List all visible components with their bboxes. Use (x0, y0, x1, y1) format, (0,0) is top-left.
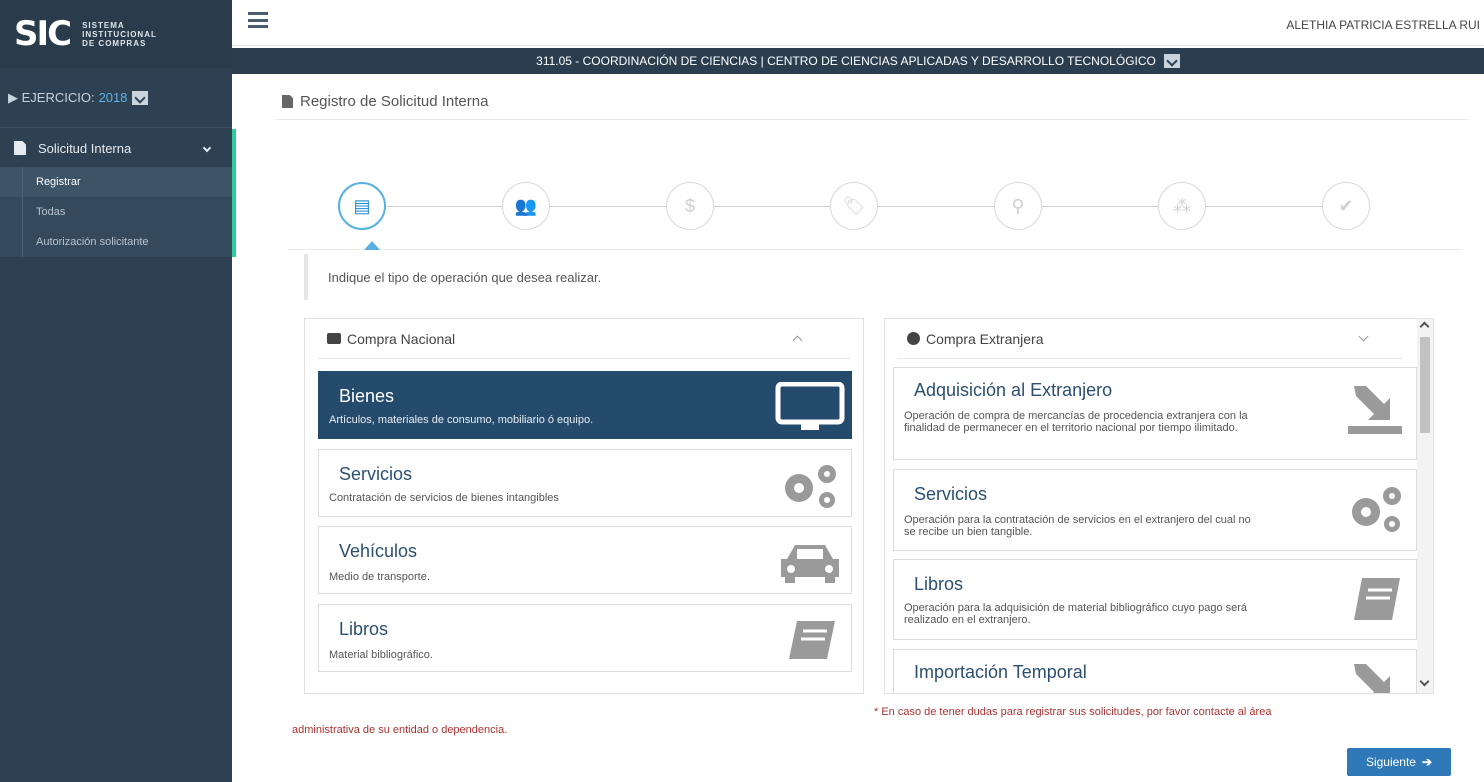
sidebar-item-label: Registrar (36, 176, 81, 188)
sidebar-item-label: Autorización solicitante (36, 236, 149, 248)
users-icon[interactable]: 👥 (502, 182, 550, 230)
panel-header[interactable]: Compra Extranjera (897, 319, 1403, 359)
ejercicio-year: 2018 (98, 90, 128, 105)
chevron-up-icon[interactable] (792, 335, 803, 346)
divider (276, 119, 1468, 120)
document-icon[interactable]: ▤ (338, 182, 386, 230)
chevron-down-icon[interactable] (1358, 331, 1369, 342)
card-title: Servicios (339, 464, 413, 484)
sidebar-item-label: Todas (36, 206, 66, 218)
card-title: Servicios (914, 484, 988, 504)
import-icon (1348, 386, 1402, 434)
panel-compra-nacional: Compra Nacional Bienes Artículos, materi… (304, 318, 864, 694)
card-libros[interactable]: Libros Material bibliográfico. (318, 604, 852, 672)
instruction-text: Indique el tipo de operación que desea r… (304, 254, 1454, 300)
card-servicios-extranjero[interactable]: Servicios Operación para la contratación… (893, 469, 1417, 551)
cubes-icon[interactable]: ⁂ (1158, 182, 1206, 230)
scroll-thumb[interactable] (1420, 337, 1430, 433)
sidebar: SIC SISTEMA INSTITUCIONAL DE COMPRAS ▶ E… (0, 0, 236, 782)
card-desc: Medio de transporte. (329, 571, 430, 583)
card-importacion-temporal[interactable]: Importación Temporal (893, 649, 1417, 693)
import-icon (1354, 664, 1390, 693)
app-logo[interactable]: SIC SISTEMA INSTITUCIONAL DE COMPRAS (0, 0, 232, 68)
card-title: Libros (339, 619, 389, 639)
card-desc: Operación para la contratación de servic… (904, 514, 1251, 538)
card-title: Importación Temporal (914, 662, 1087, 682)
globe-icon (907, 332, 920, 345)
wizard-steps: ▤ 👥 $ 🏷 ⚲ ⁂ ✔ (288, 170, 1462, 250)
menu-head-label: Solicitud Interna (38, 140, 132, 156)
menu-head-solicitud-interna[interactable]: Solicitud Interna (0, 129, 232, 167)
card-libros-extranjero[interactable]: Libros Operación para la adquisición de … (893, 559, 1417, 640)
dollar-icon[interactable]: $ (666, 182, 714, 230)
page-title-text: Registro de Solicitud Interna (300, 93, 489, 110)
ejercicio-label: ▶ EJERCICIO: (8, 89, 95, 105)
panel-title: Compra Nacional (347, 330, 456, 347)
card-desc: Operación de compra de mercancías de pro… (904, 410, 1248, 434)
book-icon (1354, 578, 1400, 620)
card-title: Adquisición al Extranjero (914, 380, 1113, 400)
next-button[interactable]: Siguiente ➔ (1347, 748, 1451, 776)
hamburger-menu-icon[interactable] (248, 12, 268, 28)
logo-text: SISTEMA INSTITUCIONAL DE COMPRAS (82, 21, 157, 48)
page-title: Registro de Solicitud Interna (282, 93, 488, 110)
ejercicio-selector[interactable]: ▶ EJERCICIO: 2018 (0, 68, 232, 128)
sidebar-item-autorizacion[interactable]: Autorización solicitante (0, 227, 232, 257)
card-title: Libros (914, 574, 964, 594)
menu-solicitud-interna: Solicitud Interna Registrar Todas Autori… (0, 129, 236, 257)
card-title: Bienes (339, 386, 395, 406)
help-note-line2: administrativa de su entidad o dependenc… (292, 724, 508, 736)
monitor-icon (775, 382, 845, 430)
active-step-caret (364, 241, 380, 250)
logo-mark: SIC (14, 14, 72, 54)
panel-compra-extranjera: Compra Extranjera Adquisición al Extranj… (884, 318, 1434, 694)
chevron-down-icon[interactable] (1163, 54, 1180, 68)
panel-scrollbar[interactable] (1417, 319, 1433, 693)
book-icon (789, 621, 835, 659)
gears-icon (1352, 487, 1401, 532)
scroll-down-icon[interactable] (1419, 676, 1430, 687)
card-desc: Contratación de servicios de bienes inta… (329, 492, 559, 504)
card-vehiculos[interactable]: Vehículos Medio de transporte. (318, 526, 852, 594)
card-servicios[interactable]: Servicios Contratación de servicios de b… (318, 449, 852, 517)
truck-icon (327, 333, 341, 344)
chevron-down-icon[interactable] (131, 90, 148, 105)
chevron-down-icon (202, 143, 212, 153)
org-selector[interactable]: 311.05 - COORDINACIÓN DE CIENCIAS | CENT… (232, 48, 1484, 74)
card-adquisicion-extranjero[interactable]: Adquisición al Extranjero Operación de c… (893, 367, 1417, 460)
card-desc: Operación para la adquisición de materia… (904, 602, 1248, 626)
sidebar-item-registrar[interactable]: Registrar (0, 167, 232, 197)
panel-header[interactable]: Compra Nacional (317, 319, 851, 359)
check-icon[interactable]: ✔ (1322, 182, 1370, 230)
gears-icon (785, 465, 836, 508)
file-icon (14, 141, 26, 155)
user-name[interactable]: ALETHIA PATRICIA ESTRELLA RUI (1286, 18, 1480, 32)
card-bienes[interactable]: Bienes Artículos, materiales de consumo,… (318, 371, 852, 439)
panel-title: Compra Extranjera (926, 330, 1044, 347)
arrow-right-icon: ➔ (1421, 755, 1433, 769)
scroll-up-icon[interactable] (1419, 321, 1430, 332)
top-bar: ALETHIA PATRICIA ESTRELLA RUI (232, 0, 1484, 46)
logo-text-line: INSTITUCIONAL (82, 29, 157, 39)
card-desc: Artículos, materiales de consumo, mobili… (329, 414, 594, 426)
sidebar-item-todas[interactable]: Todas (0, 197, 232, 227)
logo-text-line: DE COMPRAS (82, 38, 147, 48)
file-icon (282, 95, 293, 108)
card-title: Vehículos (339, 541, 418, 561)
card-desc: Material bibliográfico. (329, 649, 433, 661)
logo-text-line: SISTEMA (82, 20, 125, 30)
help-note-line1: * En caso de tener dudas para registrar … (874, 706, 1272, 718)
org-label: 311.05 - COORDINACIÓN DE CIENCIAS | CENT… (536, 54, 1156, 68)
tag-icon[interactable]: 🏷 (830, 182, 878, 230)
car-icon (781, 545, 839, 583)
main-content: Registro de Solicitud Interna ▤ 👥 $ 🏷 ⚲ … (262, 78, 1472, 782)
map-marker-icon[interactable]: ⚲ (994, 182, 1042, 230)
next-button-label: Siguiente (1365, 755, 1416, 769)
